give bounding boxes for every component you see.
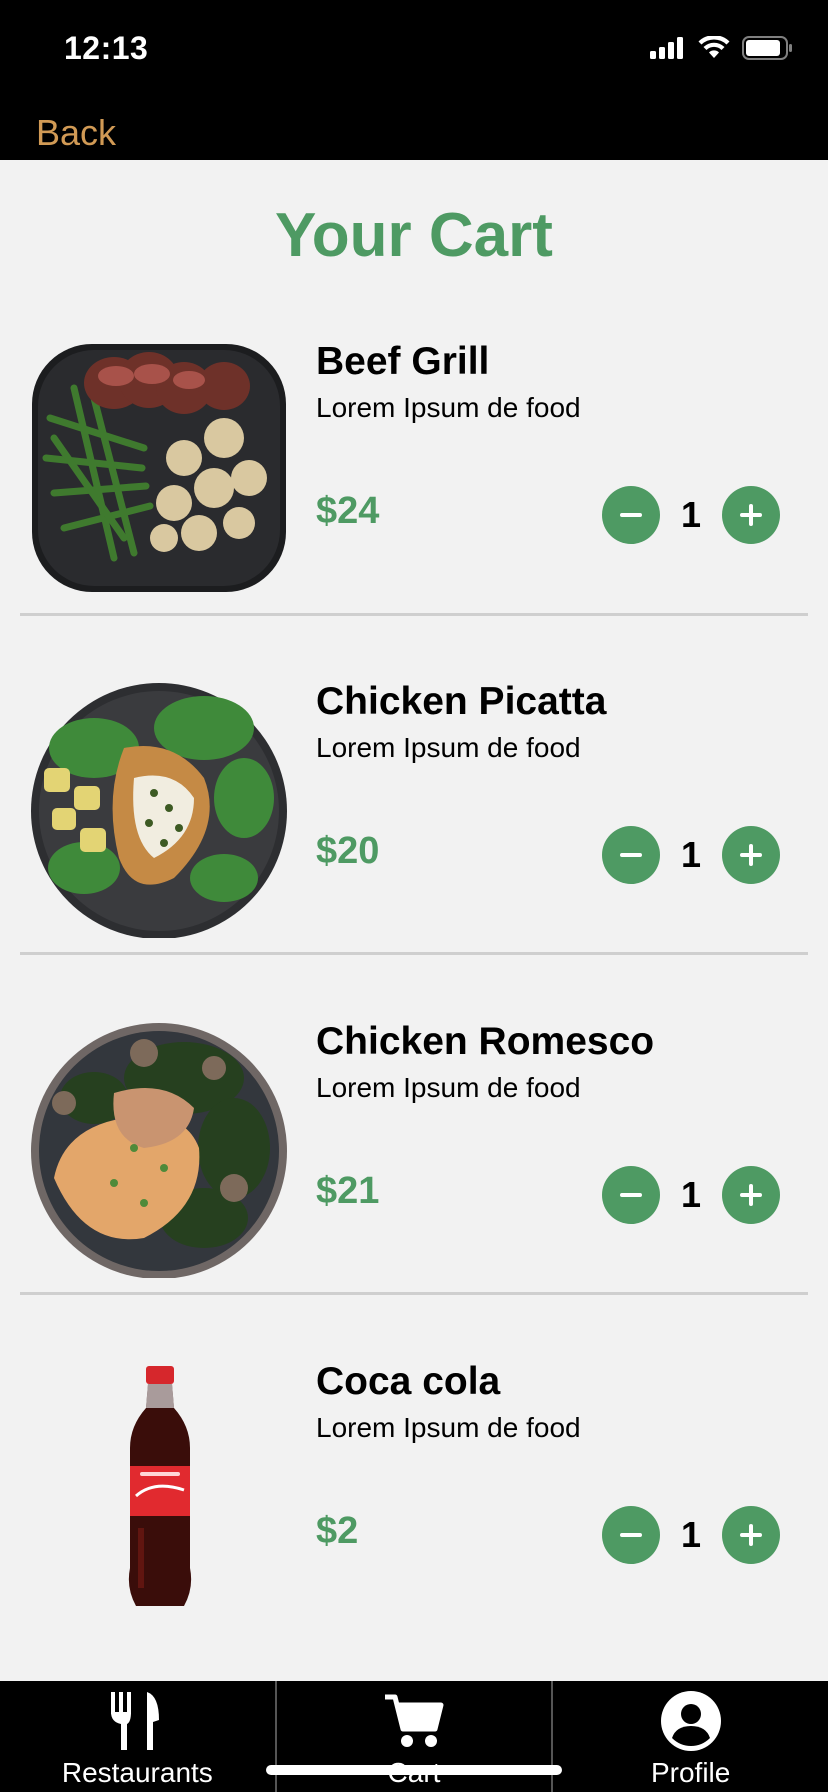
back-button[interactable]: Back [36,112,116,154]
plus-icon [740,1524,762,1546]
plus-icon [740,504,762,526]
minus-icon [620,1533,642,1537]
tab-label: Restaurants [61,1757,213,1788]
battery-icon [742,36,792,60]
signal-icon [650,37,683,59]
minus-icon [620,513,642,517]
quantity-value: 1 [680,494,702,535]
chicken-romesco-plate-image [31,1023,287,1278]
item-name: Coca cola [316,1360,501,1403]
item-price: $2 [316,1510,359,1552]
decrease-quantity-button[interactable] [602,1506,660,1564]
increase-quantity-button[interactable] [722,1506,780,1564]
quantity-stepper: 1 [602,486,780,544]
minus-icon [620,1193,642,1197]
divider [20,1292,808,1295]
item-price: $20 [316,830,380,872]
tab-profile[interactable]: Profile [551,1681,828,1792]
quantity-stepper: 1 [602,826,780,884]
fork-knife-icon [107,1689,167,1753]
cart-icon [383,1689,445,1753]
quantity-stepper: 1 [602,1506,780,1564]
divider [20,613,808,616]
wifi-icon [698,36,730,58]
user-circle-icon [660,1689,722,1753]
increase-quantity-button[interactable] [722,1166,780,1224]
status-time: 12:13 [64,30,149,66]
decrease-quantity-button[interactable] [602,826,660,884]
tab-cart[interactable]: Cart [274,1681,552,1792]
cart-item-coca-cola: Coca cola Lorem Ipsum de food $2 1 [0,1330,828,1670]
page-title: Your Cart [275,201,553,270]
chicken-picatta-plate-image [31,683,287,938]
top-bar: 12:13 Back [0,0,828,160]
increase-quantity-button[interactable] [722,486,780,544]
quantity-value: 1 [680,834,702,875]
item-description: Lorem Ipsum de food [316,392,581,423]
status-icons [650,36,794,60]
quantity-value: 1 [680,1514,702,1555]
item-name: Beef Grill [316,340,490,383]
minus-icon [620,853,642,857]
coca-cola-bottle-image [128,1366,192,1606]
home-indicator [266,1765,562,1775]
beef-grill-plate-image [32,344,286,592]
item-price: $21 [316,1170,380,1212]
plus-icon [740,1184,762,1206]
item-description: Lorem Ipsum de food [316,732,581,763]
tab-restaurants[interactable]: Restaurants [0,1681,275,1792]
cart-item-chicken-picatta: Chicken Picatta Lorem Ipsum de food $20 … [0,650,828,990]
item-name: Chicken Romesco [316,1020,655,1063]
item-description: Lorem Ipsum de food [316,1412,581,1443]
tab-bar: Restaurants Cart Profile [0,1681,828,1792]
plus-icon [740,844,762,866]
item-name: Chicken Picatta [316,680,607,723]
decrease-quantity-button[interactable] [602,486,660,544]
increase-quantity-button[interactable] [722,826,780,884]
quantity-value: 1 [680,1174,702,1215]
decrease-quantity-button[interactable] [602,1166,660,1224]
tab-label: Profile [650,1757,731,1788]
cart-item-chicken-romesco: Chicken Romesco Lorem Ipsum de food $21 … [0,990,828,1330]
cart-item-beef-grill: Beef Grill Lorem Ipsum de food $24 1 [0,310,828,650]
item-price: $24 [316,490,380,532]
quantity-stepper: 1 [602,1166,780,1224]
item-description: Lorem Ipsum de food [316,1072,581,1103]
divider [20,952,808,955]
